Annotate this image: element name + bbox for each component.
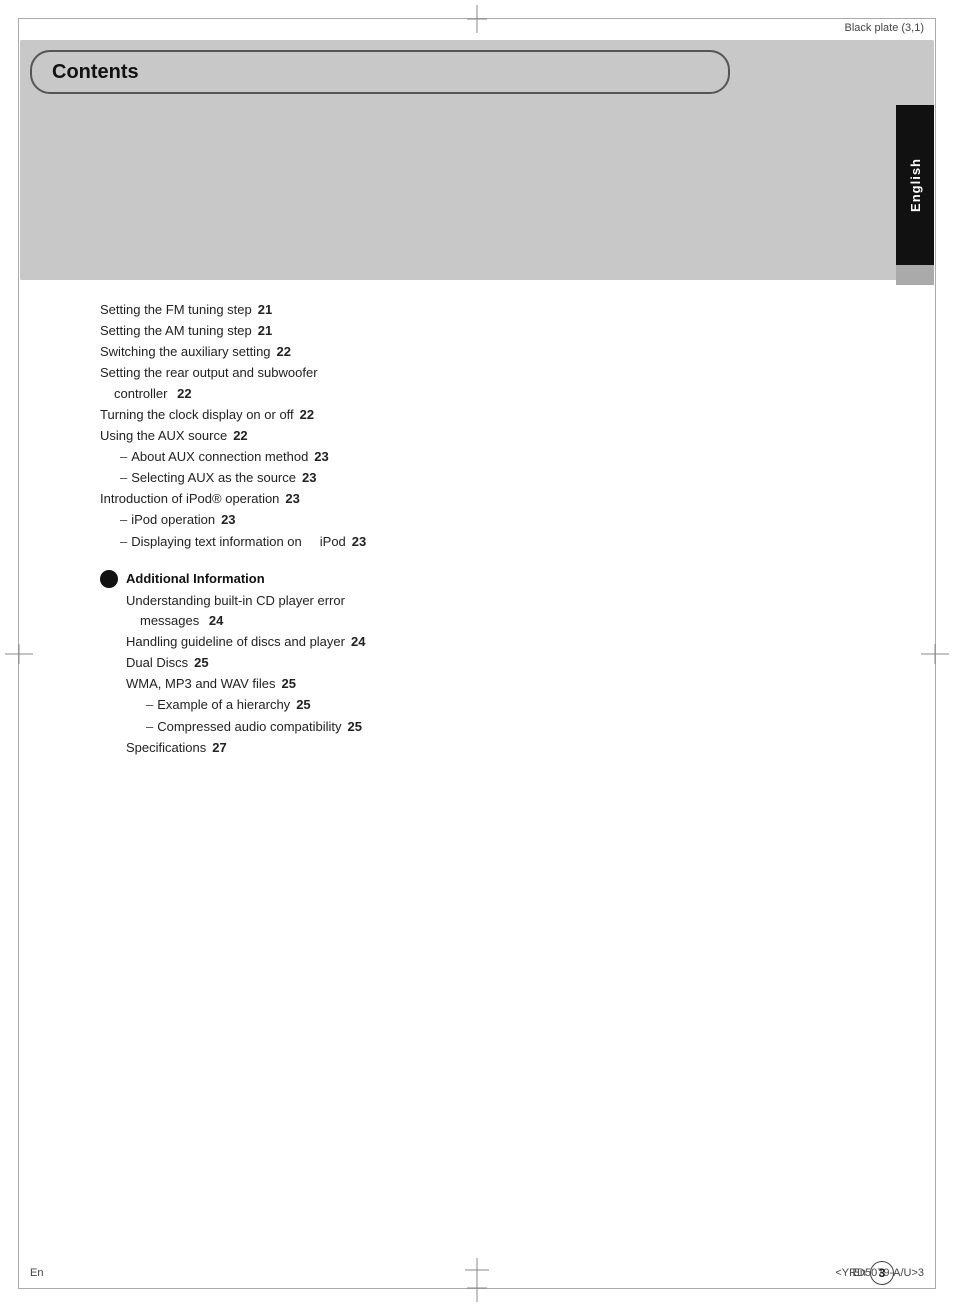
page-number-badge: 3	[870, 1261, 894, 1285]
toc-subitem: – Selecting AUX as the source 23	[100, 468, 884, 488]
toc-subitem: – Compressed audio compatibility 25	[100, 717, 884, 737]
toc-subitem: – Displaying text information on iPod 23	[100, 532, 884, 552]
contents-box: Contents	[30, 50, 730, 94]
toc-item: Dual Discs 25	[100, 653, 884, 673]
crosshair-left-icon	[5, 644, 33, 664]
toc-subitem: – About AUX connection method 23	[100, 447, 884, 467]
crosshair-right-icon	[921, 644, 949, 664]
section-bullet-icon	[100, 570, 118, 588]
crosshair-top-icon	[467, 5, 487, 33]
footer-en-label: En	[30, 1267, 43, 1279]
black-plate-label: Black plate (3,1)	[845, 22, 924, 34]
toc-content: Setting the FM tuning step 21 Setting th…	[100, 300, 884, 759]
toc-subitem: – Example of a hierarchy 25	[100, 695, 884, 715]
page-number-area: En 3	[853, 1261, 894, 1285]
toc-item: Introduction of iPod® operation 23	[100, 489, 884, 509]
toc-item: Specifications 27	[100, 738, 884, 758]
toc-subitem: – iPod operation 23	[100, 510, 884, 530]
toc-item: WMA, MP3 and WAV files 25	[100, 674, 884, 694]
section-additional-information: Additional Information	[100, 570, 884, 588]
section-title-label: Additional Information	[126, 571, 265, 586]
toc-item: Using the AUX source 22	[100, 426, 884, 446]
contents-title: Contents	[52, 61, 139, 84]
toc-item: Handling guideline of discs and player 2…	[100, 632, 884, 652]
toc-item: Setting the FM tuning step 21	[100, 300, 884, 320]
toc-item: Switching the auxiliary setting 22	[100, 342, 884, 362]
toc-item: Setting the rear output and subwoofer co…	[100, 363, 884, 403]
gray-tab-strip	[896, 265, 934, 285]
footer-crosshair	[465, 1258, 489, 1285]
toc-item: Turning the clock display on or off 22	[100, 405, 884, 425]
language-tab-label: English	[896, 105, 934, 265]
toc-item: Setting the AM tuning step 21	[100, 321, 884, 341]
toc-item: Understanding built-in CD player error m…	[100, 591, 884, 631]
